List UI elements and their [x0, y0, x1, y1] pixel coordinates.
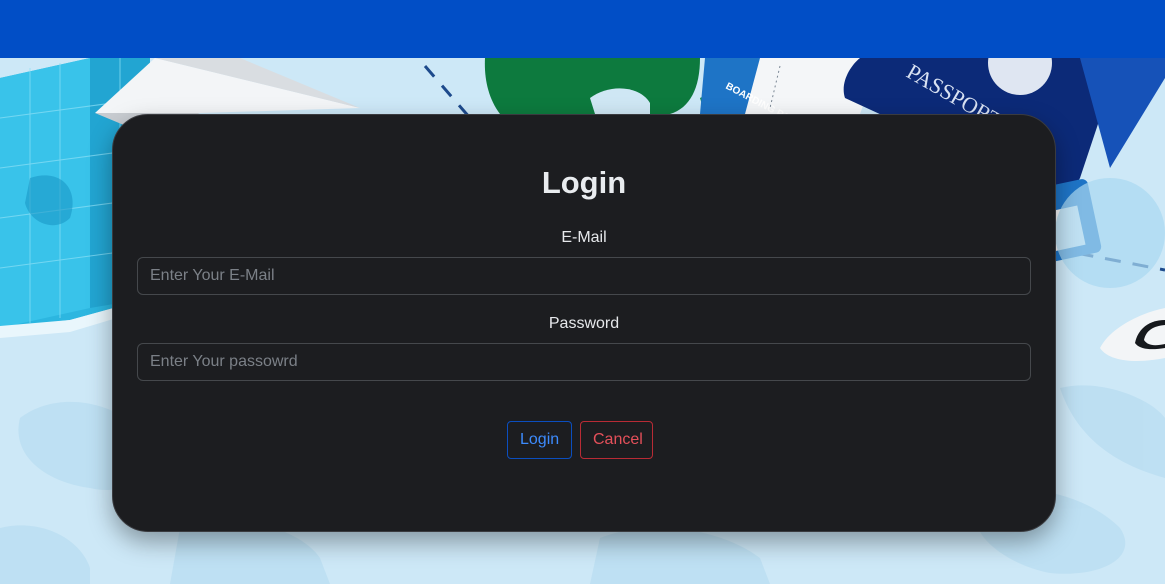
login-card: Login E-Mail Password Login Cancel [112, 114, 1056, 532]
login-page: BOARDING PASS PASSPORT Login E-Mail Pass… [0, 0, 1165, 584]
login-button[interactable]: Login [507, 421, 572, 459]
password-input[interactable] [137, 343, 1031, 381]
password-label: Password [548, 315, 620, 332]
login-title: Login [541, 165, 627, 200]
email-input[interactable] [137, 257, 1031, 295]
top-navbar [0, 0, 1165, 58]
email-label: E-Mail [561, 229, 607, 246]
cancel-button[interactable]: Cancel [580, 421, 653, 459]
